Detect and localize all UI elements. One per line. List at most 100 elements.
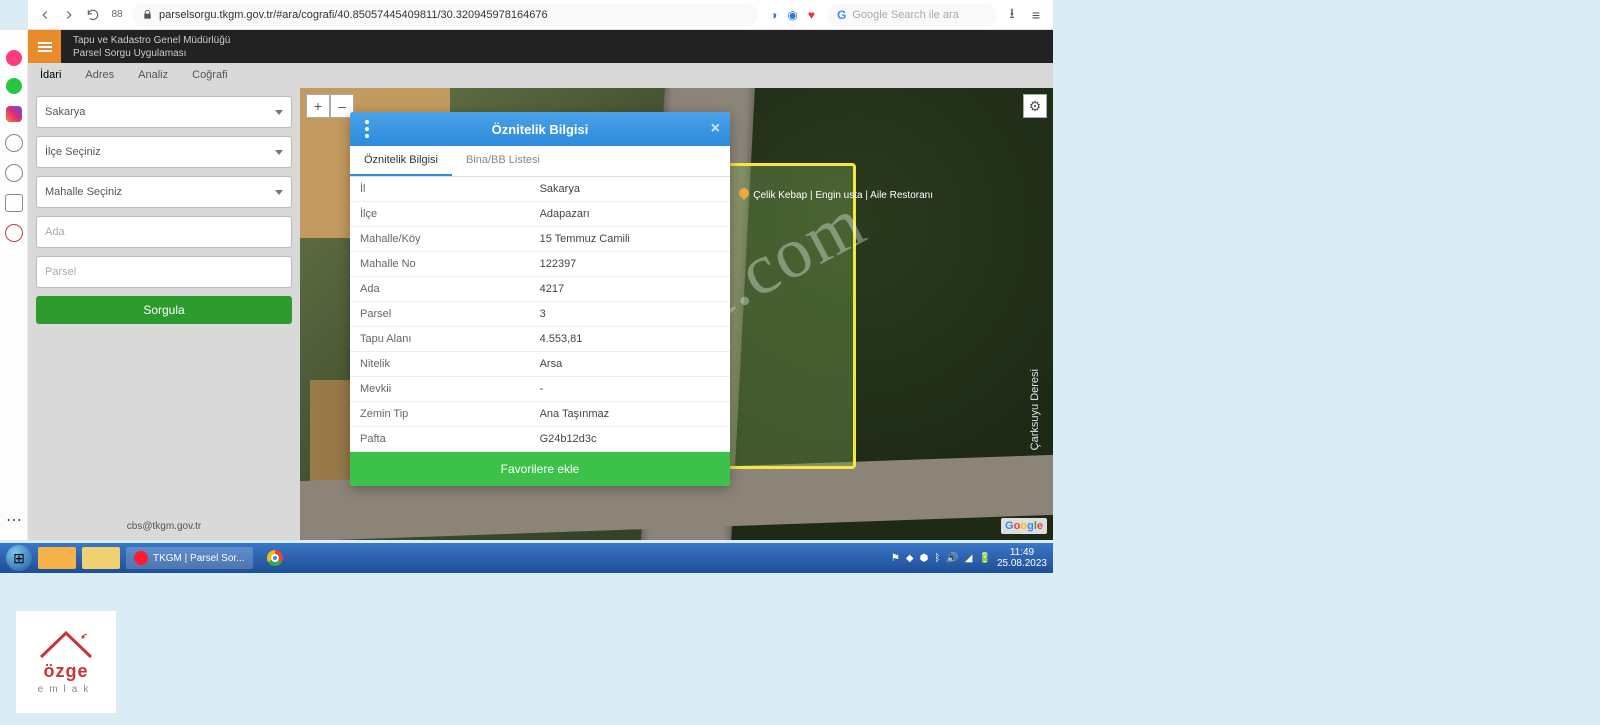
bluetooth-icon[interactable]: ᛒ (934, 553, 940, 564)
app-window: Tapu ve Kadastro Genel Müdürlüğü Parsel … (28, 30, 1053, 540)
app-title: Tapu ve Kadastro Genel Müdürlüğü Parsel … (61, 34, 230, 60)
grid-icon[interactable] (5, 194, 23, 212)
contact-email: cbs@tkgm.gov.tr (28, 521, 300, 532)
popup-row: Parsel3 (350, 302, 730, 327)
popup-row: İlçeAdapazarı (350, 202, 730, 227)
battery-icon[interactable]: 🔋 (978, 553, 990, 564)
taskbar: ⊞ TKGM | Parsel Sor... ⚑ ◆ ⬢ ᛒ 🔊 ◢ 🔋 11:… (0, 543, 1053, 573)
sorgula-button[interactable]: Sorgula (36, 296, 292, 324)
clock[interactable]: 11:49 25.08.2023 (997, 547, 1047, 569)
add-favorites-button[interactable]: Favorilere ekle (350, 452, 730, 486)
app-header: Tapu ve Kadastro Genel Müdürlüğü Parsel … (28, 30, 1053, 63)
il-select[interactable]: Sakarya (36, 96, 292, 128)
more-icon[interactable]: ⋯ (6, 510, 23, 530)
search-tabs: İdari Adres Analiz Coğrafi (28, 63, 1053, 89)
url-text: parselsorgu.tkgm.gov.tr/#ara/cografi/40.… (159, 9, 548, 21)
parsel-input[interactable]: Parsel (36, 256, 292, 288)
popup-value: G24b12d3c (530, 427, 730, 451)
ada-input[interactable]: Ada (36, 216, 292, 248)
query-panel: Sakarya İlçe Seçiniz Mahalle Seçiniz Ada… (28, 88, 300, 540)
popup-row: Zemin TipAna Taşınmaz (350, 402, 730, 427)
tray-icon[interactable]: ⬢ (920, 553, 929, 564)
popup-header[interactable]: Öznitelik Bilgisi × (350, 112, 730, 146)
start-button[interactable]: ⊞ (6, 545, 32, 571)
popup-key: Mahalle No (350, 252, 530, 276)
whatsapp-icon[interactable] (6, 78, 22, 94)
popup-value: 3 (530, 302, 730, 326)
river-label: Çarksuyu Deresi (1029, 369, 1041, 450)
clock-icon[interactable] (5, 164, 23, 182)
tab-adres[interactable]: Adres (73, 63, 126, 88)
search-placeholder: Google Search ile ara (852, 9, 958, 21)
google-logo: Google (1001, 518, 1047, 534)
pin-icon[interactable] (5, 224, 23, 242)
popup-key: Tapu Alanı (350, 327, 530, 351)
popup-row: Mahalle/Köy15 Temmuz Camili (350, 227, 730, 252)
attribute-popup: Öznitelik Bilgisi × Öznitelik Bilgisi Bi… (350, 112, 730, 486)
google-icon: G (837, 8, 846, 22)
flag-icon[interactable]: ⚑ (891, 553, 900, 564)
popup-tab-bina[interactable]: Bina/BB Listesi (452, 146, 554, 176)
shield-icon[interactable]: ◑ (770, 8, 777, 22)
popup-title: Öznitelik Bilgisi (492, 122, 589, 137)
popup-row: Mevkii- (350, 377, 730, 402)
zoom-in-button[interactable]: + (306, 94, 330, 118)
popup-key: Ada (350, 277, 530, 301)
popup-value: Arsa (530, 352, 730, 376)
system-tray[interactable]: ⚑ ◆ ⬢ ᛒ 🔊 ◢ 🔋 11:49 25.08.2023 (891, 547, 1047, 569)
taskbar-chrome[interactable] (259, 547, 291, 569)
back-button[interactable] (36, 6, 54, 24)
popup-row: Mahalle No122397 (350, 252, 730, 277)
heart-icon[interactable] (5, 134, 23, 152)
popup-row: Tapu Alanı4.553,81 (350, 327, 730, 352)
parcel-highlight[interactable] (710, 163, 856, 469)
browser-side-icons (0, 30, 28, 540)
poi-label[interactable]: Çelik Kebap | Engin usta | Aile Restoran… (739, 188, 933, 201)
agency-logo: özge emlak (16, 611, 116, 713)
popup-row: İlSakarya (350, 177, 730, 202)
msg-icon[interactable] (6, 50, 22, 66)
tray-icon[interactable]: ◆ (906, 553, 914, 564)
popup-close-button[interactable]: × (711, 120, 720, 138)
popup-row: Ada4217 (350, 277, 730, 302)
tab-analiz[interactable]: Analiz (126, 63, 180, 88)
google-search[interactable]: G Google Search ile ara (827, 4, 997, 26)
download-icon[interactable]: ⭳ (1003, 6, 1021, 24)
popup-value: 4.553,81 (530, 327, 730, 351)
popup-table: İlSakaryaİlçeAdapazarıMahalle/Köy15 Temm… (350, 177, 730, 452)
tabs-button[interactable]: 88 (108, 6, 126, 24)
popup-row: PaftaG24b12d3c (350, 427, 730, 452)
ilce-select[interactable]: İlçe Seçiniz (36, 136, 292, 168)
popup-tab-attr[interactable]: Öznitelik Bilgisi (350, 146, 452, 176)
popup-key: İlçe (350, 202, 530, 226)
mahalle-select[interactable]: Mahalle Seçiniz (36, 176, 292, 208)
popup-key: Pafta (350, 427, 530, 451)
tab-idari[interactable]: İdari (28, 63, 73, 88)
lock-icon (142, 9, 153, 20)
browser-bar: 88 parselsorgu.tkgm.gov.tr/#ara/cografi/… (28, 0, 1053, 30)
tab-cografi[interactable]: Coğrafi (180, 63, 239, 88)
taskbar-explorer[interactable] (38, 547, 76, 569)
hamburger-button[interactable] (28, 30, 61, 63)
address-bar[interactable]: parselsorgu.tkgm.gov.tr/#ara/cografi/40.… (132, 4, 758, 26)
easy-setup-icon[interactable]: ≡ (1027, 6, 1045, 24)
poi-pin-icon (737, 186, 751, 200)
logo-sub: emlak (38, 684, 95, 695)
popup-key: Nitelik (350, 352, 530, 376)
popup-menu-icon[interactable] (360, 120, 374, 138)
popup-value: 4217 (530, 277, 730, 301)
heart-url-icon[interactable]: ♥ (808, 8, 815, 22)
popup-key: Zemin Tip (350, 402, 530, 426)
popup-key: Mahalle/Köy (350, 227, 530, 251)
popup-value: 15 Temmuz Camili (530, 227, 730, 251)
vpn-icon[interactable]: ◉ (787, 8, 797, 22)
instagram-icon[interactable] (6, 106, 22, 122)
reload-button[interactable] (84, 6, 102, 24)
popup-tabs: Öznitelik Bilgisi Bina/BB Listesi (350, 146, 730, 177)
volume-icon[interactable]: 🔊 (946, 553, 958, 564)
taskbar-opera[interactable]: TKGM | Parsel Sor... (126, 547, 253, 569)
network-icon[interactable]: ◢ (965, 553, 973, 564)
forward-button[interactable] (60, 6, 78, 24)
taskbar-folder[interactable] (82, 547, 120, 569)
map-settings-button[interactable]: ⚙ (1023, 94, 1047, 118)
